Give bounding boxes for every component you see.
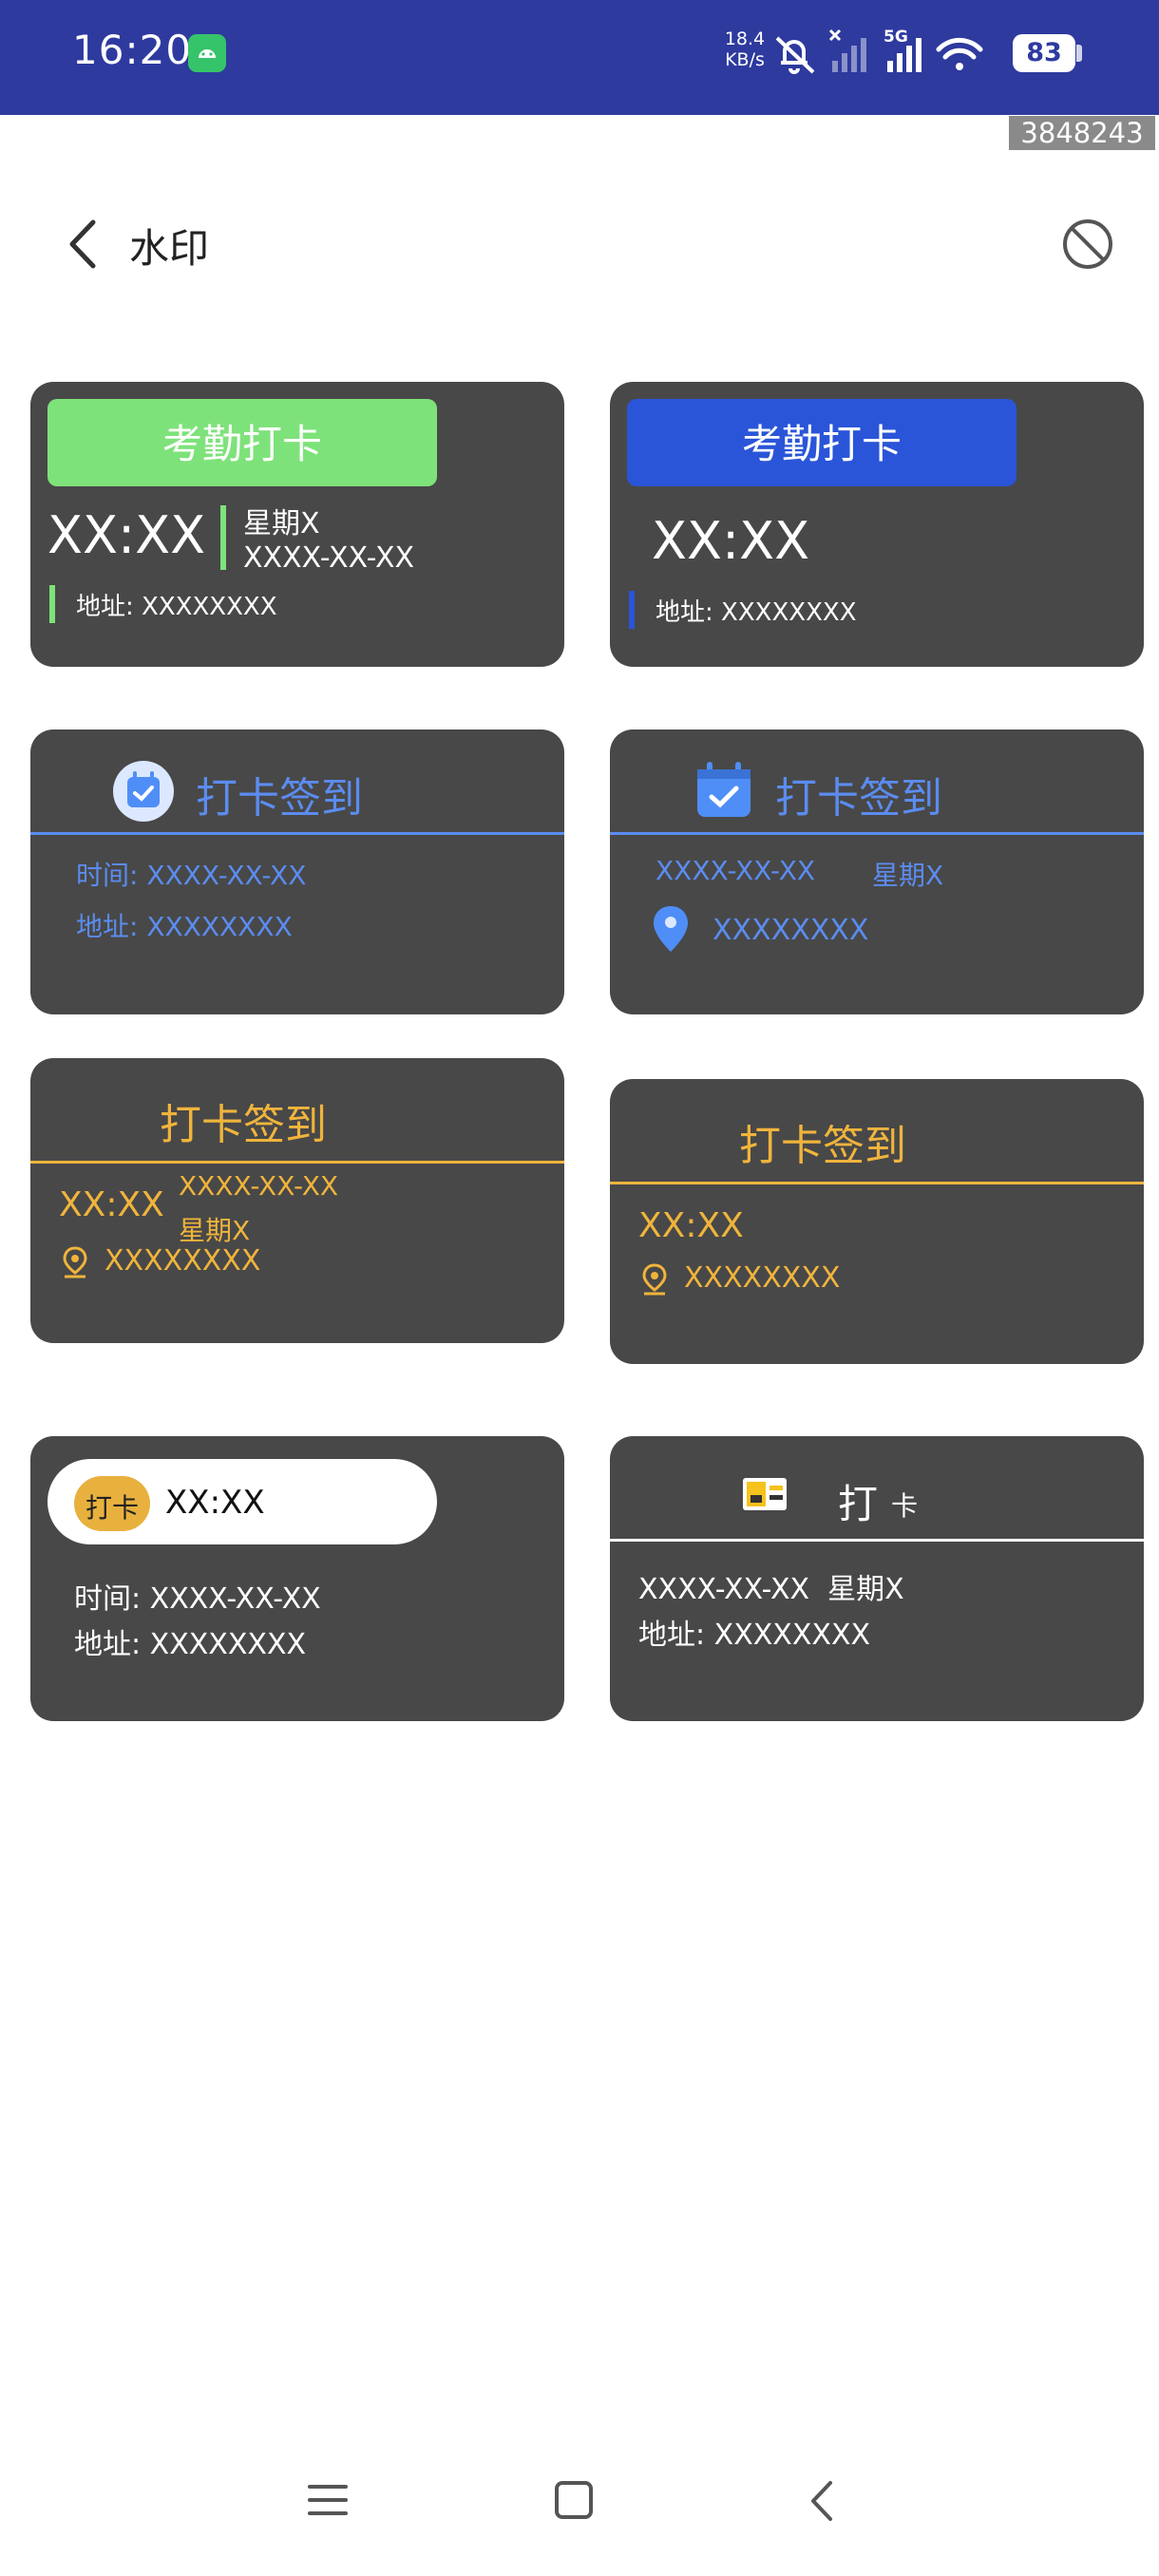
signal-sim1-icon (828, 28, 866, 72)
wifi-icon (936, 37, 983, 70)
watermark-card-3[interactable]: 打卡签到 时间: XXXX-XX-XX 地址: XXXXXXXX (30, 729, 564, 1014)
chevron-left-icon (811, 2481, 832, 2521)
location-pin-icon (642, 1263, 667, 1296)
card-address: XXXXXXXX (104, 1244, 261, 1278)
watermark-card-8[interactable]: 打 卡 XXXX-XX-XX 星期X 地址: XXXXXXXX (610, 1436, 1144, 1721)
accent-bar (629, 591, 635, 629)
card-title: 打卡签到 (196, 774, 363, 823)
divider (30, 1161, 564, 1164)
card-time: XX:XX (165, 1484, 265, 1522)
calendar-check-icon (697, 762, 750, 817)
card-date: XXXX-XX-XX (243, 541, 415, 575)
card-time-line: 时间: XXXX-XX-XX (76, 860, 307, 891)
card-date: XXXX-XX-XX (179, 1170, 339, 1202)
card-time: XX:XX (48, 505, 206, 565)
watermark-card-6[interactable]: 打卡签到 XX:XX XXXXXXXX (610, 1079, 1144, 1364)
divider (610, 1182, 1144, 1184)
net-speed-unit: KB/s (725, 49, 765, 70)
divider (610, 1539, 1144, 1542)
card-weekday: 星期X (872, 860, 944, 891)
card-weekday: 星期X (243, 507, 320, 540)
card-title: 打卡签到 (160, 1101, 327, 1149)
accent-bar (49, 585, 55, 623)
overlay-counter: 3848243 (1009, 116, 1155, 150)
card-time-line: 时间: XXXX-XX-XX (74, 1582, 321, 1616)
divider (610, 832, 1144, 835)
watermark-card-2[interactable]: 考勤打卡 XX:XX 地址: XXXXXXXX (610, 382, 1144, 667)
watermark-card-4[interactable]: 打卡签到 XXXX-XX-XX 星期X XXXXXXXX (610, 729, 1144, 1014)
card-title: 打卡签到 (739, 1122, 906, 1170)
net-speed: 18.4 KB/s (724, 28, 766, 70)
card-address: 地址: XXXXXXXX (76, 593, 277, 621)
square-home-icon (555, 2481, 593, 2519)
card-address: XXXXXXXX (684, 1261, 841, 1295)
card-date: XXXX-XX-XX (656, 855, 816, 886)
prohibited-icon (1063, 219, 1112, 269)
watermark-card-1[interactable]: 考勤打卡 XX:XX 星期X XXXX-XX-XX 地址: XXXXXXXX (30, 382, 564, 667)
battery-level: 83 (1013, 34, 1075, 72)
card-address: XXXXXXXX (712, 914, 869, 947)
svg-text:5G: 5G (884, 28, 908, 47)
nav-recent-apps-button[interactable] (306, 2481, 350, 2519)
card-date-weekday: XXXX-XX-XX 星期X (638, 1573, 904, 1606)
page-title: 水印 (129, 225, 210, 272)
location-pin-icon (63, 1246, 87, 1279)
accent-bar (220, 505, 226, 570)
card-time: XX:XX (652, 511, 810, 571)
card-address-line: 地址: XXXXXXXX (76, 911, 293, 942)
divider (30, 832, 564, 835)
status-time: 16:20 (72, 27, 193, 73)
card-weekday: 星期X (179, 1215, 251, 1246)
id-card-icon (743, 1478, 787, 1510)
android-app-icon (188, 34, 226, 72)
signal-5g-icon: 5G (884, 28, 922, 72)
card-title: 考勤打卡 (741, 421, 902, 467)
nav-back-button[interactable] (806, 2479, 838, 2523)
net-speed-value: 18.4 (724, 28, 766, 49)
card-title: 考勤打卡 (162, 421, 322, 467)
mute-bell-icon (775, 36, 815, 74)
back-button[interactable] (57, 211, 110, 277)
card-title-small: 卡 (891, 1490, 919, 1522)
card-address-line: 地址: XXXXXXXX (74, 1628, 307, 1661)
calendar-check-icon (113, 761, 174, 822)
card-time: XX:XX (638, 1206, 744, 1245)
card-address-line: 地址: XXXXXXXX (638, 1619, 871, 1652)
watermark-card-7[interactable]: 打卡 XX:XX 时间: XXXX-XX-XX 地址: XXXXXXXX (30, 1436, 564, 1721)
card-time: XX:XX (59, 1185, 164, 1224)
card-title: 打卡签到 (775, 774, 942, 823)
card-address: 地址: XXXXXXXX (656, 598, 857, 627)
watermark-card-5[interactable]: 打卡签到 XX:XX XXXX-XX-XX 星期X XXXXXXXX (30, 1058, 564, 1343)
disable-watermark-button[interactable] (1058, 215, 1117, 274)
card-badge: 打卡 (85, 1492, 139, 1524)
nav-home-button[interactable] (553, 2479, 595, 2521)
battery-tip (1076, 45, 1082, 62)
location-pin-icon (654, 906, 688, 952)
menu-lines-icon (308, 2485, 348, 2515)
chevron-left-icon (69, 219, 96, 269)
card-title-big: 打 (838, 1481, 879, 1527)
